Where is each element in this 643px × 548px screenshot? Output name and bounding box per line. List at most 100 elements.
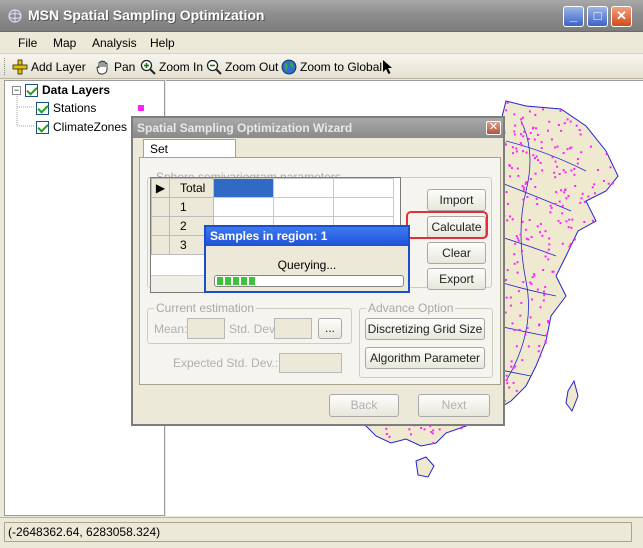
- zoom-global-button[interactable]: Zoom to Global: [281, 57, 382, 76]
- samples-progress-popup: Samples in region: 1 Querying...: [204, 225, 410, 293]
- station-dot: [521, 116, 524, 119]
- minimize-button[interactable]: _: [563, 6, 584, 27]
- tree-item-stations[interactable]: Stations: [36, 101, 145, 115]
- table-row[interactable]: 1: [151, 197, 394, 217]
- maximize-button[interactable]: □: [587, 6, 608, 27]
- next-button[interactable]: Next: [418, 394, 490, 417]
- close-button[interactable]: ✕: [611, 6, 632, 27]
- station-dot: [555, 191, 558, 194]
- zoom-out-icon: [206, 59, 222, 75]
- station-dot: [569, 243, 572, 246]
- std-dev-field[interactable]: [274, 318, 312, 339]
- std-dev-label: Std. Dev:: [229, 322, 279, 336]
- grid-cell[interactable]: [273, 197, 334, 217]
- station-dot: [532, 154, 535, 157]
- station-dot: [514, 242, 517, 245]
- station-dot: [542, 108, 545, 111]
- station-dot: [562, 169, 565, 172]
- row-pointer-icon: ▶: [151, 178, 170, 198]
- station-dot: [505, 191, 508, 194]
- checkbox-stations[interactable]: [36, 101, 49, 115]
- station-dot: [510, 167, 513, 170]
- menu-analysis[interactable]: Analysis: [92, 36, 137, 50]
- station-dot: [505, 109, 508, 112]
- station-dot: [511, 146, 514, 149]
- station-dot: [522, 198, 525, 201]
- export-button[interactable]: Export: [427, 268, 486, 290]
- tree-item-climatezones[interactable]: ClimateZones: [36, 120, 127, 134]
- checkbox-data-layers[interactable]: [25, 83, 38, 97]
- station-dot: [591, 219, 594, 222]
- select-pointer-button[interactable]: [382, 57, 394, 76]
- station-dot: [516, 167, 519, 170]
- station-dot: [550, 206, 553, 209]
- station-dot: [516, 271, 519, 274]
- station-dot: [583, 220, 586, 223]
- station-dot: [607, 182, 610, 185]
- station-dot: [506, 219, 509, 222]
- station-dot: [560, 189, 563, 192]
- hand-icon: [96, 60, 108, 74]
- station-dot: [541, 234, 544, 237]
- station-dot: [517, 239, 520, 242]
- row-label: 1: [169, 197, 214, 217]
- grid-cell[interactable]: [333, 178, 394, 198]
- station-dot: [576, 162, 579, 165]
- clear-button[interactable]: Clear: [427, 242, 486, 264]
- station-dot: [570, 146, 573, 149]
- menu-map[interactable]: Map: [53, 36, 76, 50]
- discretizing-grid-size-button[interactable]: Discretizing Grid Size: [365, 318, 485, 340]
- station-dot: [506, 101, 509, 104]
- browse-button[interactable]: ...: [318, 318, 342, 339]
- table-row[interactable]: ▶ Total: [151, 178, 394, 198]
- station-dot: [516, 261, 519, 264]
- station-dot: [581, 192, 584, 195]
- tree-root-data-layers[interactable]: − Data Layers: [12, 83, 110, 97]
- zoom-out-button[interactable]: Zoom Out: [206, 57, 278, 76]
- station-dot: [530, 236, 533, 239]
- mean-field[interactable]: [187, 318, 225, 339]
- collapse-icon[interactable]: −: [12, 85, 21, 95]
- data-layers-label: Data Layers: [42, 83, 111, 97]
- station-dot: [511, 218, 514, 221]
- globe-icon: [281, 59, 297, 74]
- zoom-global-label: Zoom to Global: [300, 59, 383, 74]
- station-dot: [520, 133, 523, 136]
- station-dot: [579, 201, 582, 204]
- station-dot: [537, 350, 540, 353]
- station-dot: [508, 164, 511, 167]
- grid-cell[interactable]: [213, 178, 274, 198]
- algorithm-parameter-button[interactable]: Algorithm Parameter: [365, 347, 485, 369]
- station-dot: [561, 242, 564, 245]
- station-dot: [539, 222, 542, 225]
- station-dot: [573, 167, 576, 170]
- station-dot: [547, 258, 550, 261]
- grid-cell[interactable]: [273, 178, 334, 198]
- import-button[interactable]: Import: [427, 189, 486, 211]
- station-dot: [552, 270, 555, 273]
- grid-cell[interactable]: [333, 197, 394, 217]
- progress-status: Querying...: [277, 258, 337, 272]
- add-layer-button[interactable]: Add Layer: [12, 57, 86, 76]
- station-dot: [423, 428, 426, 431]
- cursor-coordinates: (-2648362.64, 6283058.324): [4, 522, 632, 542]
- pan-button[interactable]: Pan: [95, 57, 135, 76]
- zoom-in-button[interactable]: Zoom In: [140, 57, 203, 76]
- toolbar-grip[interactable]: [4, 58, 7, 75]
- checkbox-climatezones[interactable]: [36, 120, 49, 134]
- menu-help[interactable]: Help: [150, 36, 175, 50]
- station-dot: [579, 133, 582, 136]
- grid-cell[interactable]: [213, 197, 274, 217]
- expected-std-dev-label: Expected Std. Dev.:: [173, 356, 279, 370]
- tab-set-parameters[interactable]: Set Parameters: [143, 139, 236, 170]
- station-dot: [513, 262, 516, 265]
- station-dot: [594, 192, 597, 195]
- back-button[interactable]: Back: [329, 394, 399, 417]
- station-dot: [573, 173, 576, 176]
- expected-std-dev-field[interactable]: [279, 353, 342, 373]
- app-globe-icon: [8, 9, 22, 23]
- station-dot: [549, 211, 552, 214]
- station-dot: [517, 174, 520, 177]
- wizard-close-button[interactable]: ✕: [486, 121, 501, 135]
- menu-file[interactable]: File: [18, 36, 37, 50]
